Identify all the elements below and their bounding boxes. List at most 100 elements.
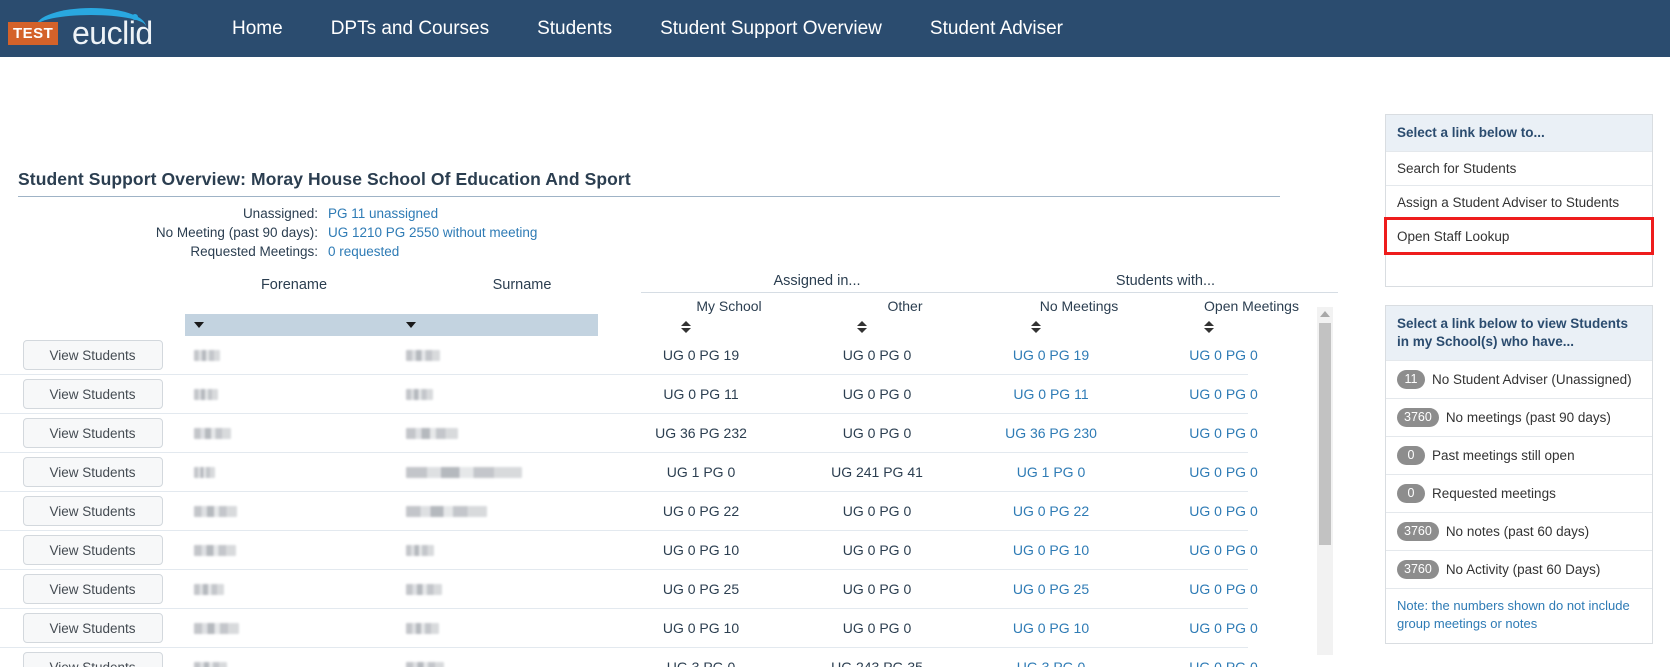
euclid-logo[interactable]: TEST euclid bbox=[6, 6, 156, 52]
row-action-cell: View Students bbox=[0, 457, 185, 487]
sidebar-link-label: Open Staff Lookup bbox=[1397, 229, 1509, 244]
sidebar-link-search-for-students[interactable]: Search for Students bbox=[1386, 151, 1652, 185]
column-header-my-school[interactable]: My School bbox=[641, 295, 817, 314]
cell-open-meetings[interactable]: UG 0 PG 0 bbox=[1137, 503, 1310, 519]
redacted-surname bbox=[406, 467, 522, 478]
students-panel-item[interactable]: 3760No Activity (past 60 Days) bbox=[1386, 550, 1652, 588]
sort-updown-icon[interactable] bbox=[950, 321, 1122, 333]
cell-surname bbox=[397, 467, 613, 478]
students-panel-item[interactable]: 3760No notes (past 60 days) bbox=[1386, 512, 1652, 550]
cell-assigned-other: UG 241 PG 41 bbox=[789, 464, 965, 480]
table-vertical-scrollbar[interactable] bbox=[1317, 307, 1333, 655]
cell-assigned-my-school: UG 0 PG 11 bbox=[613, 386, 789, 402]
view-students-button[interactable]: View Students bbox=[23, 418, 163, 448]
row-action-cell: View Students bbox=[0, 418, 185, 448]
cell-no-meetings[interactable]: UG 1 PG 0 bbox=[965, 464, 1137, 480]
redacted-surname bbox=[406, 389, 433, 400]
cell-no-meetings[interactable]: UG 0 PG 10 bbox=[965, 620, 1137, 636]
column-header-other[interactable]: Other bbox=[817, 295, 993, 314]
table-rows: View StudentsUG 0 PG 19UG 0 PG 0UG 0 PG … bbox=[0, 336, 1340, 667]
cell-open-meetings[interactable]: UG 0 PG 0 bbox=[1137, 347, 1310, 363]
table-group-header-row: Forename Surname Assigned in... Students… bbox=[0, 269, 1340, 293]
cell-no-meetings[interactable]: UG 36 PG 230 bbox=[965, 425, 1137, 441]
subheader-forename-spacer bbox=[185, 295, 403, 314]
cell-no-meetings[interactable]: UG 3 PG 0 bbox=[965, 659, 1137, 667]
students-panel-items: 11No Student Adviser (Unassigned)3760No … bbox=[1386, 360, 1652, 588]
cell-open-meetings[interactable]: UG 0 PG 0 bbox=[1137, 659, 1310, 667]
cell-no-meetings[interactable]: UG 0 PG 10 bbox=[965, 542, 1137, 558]
summary-row-requested-meetings: Requested Meetings: 0 requested bbox=[0, 242, 1340, 261]
redacted-forename bbox=[194, 467, 215, 478]
students-filter-panel: Select a link below to view Students in … bbox=[1385, 305, 1653, 644]
cell-assigned-my-school: UG 0 PG 10 bbox=[613, 542, 789, 558]
students-panel-item-label: Requested meetings bbox=[1432, 486, 1556, 501]
sort-updown-icon[interactable] bbox=[774, 321, 950, 333]
cell-open-meetings[interactable]: UG 0 PG 0 bbox=[1137, 581, 1310, 597]
cell-no-meetings[interactable]: UG 0 PG 19 bbox=[965, 347, 1137, 363]
sort-open-meetings[interactable] bbox=[1122, 318, 1295, 333]
table-row: View StudentsUG 0 PG 19UG 0 PG 0UG 0 PG … bbox=[0, 336, 1248, 375]
column-header-open-meetings[interactable]: Open Meetings bbox=[1165, 295, 1338, 314]
nav-link-dpts-and-courses[interactable]: DPTs and Courses bbox=[307, 12, 513, 46]
subheader-spacer bbox=[0, 295, 185, 314]
cell-open-meetings[interactable]: UG 0 PG 0 bbox=[1137, 386, 1310, 402]
summary-link-unassigned[interactable]: PG 11 unassigned bbox=[328, 204, 438, 223]
cell-open-meetings[interactable]: UG 0 PG 0 bbox=[1137, 620, 1310, 636]
filter-surname-dropdown[interactable] bbox=[397, 314, 598, 336]
nav-link-student-support-overview[interactable]: Student Support Overview bbox=[636, 12, 906, 46]
cell-assigned-my-school: UG 0 PG 19 bbox=[613, 347, 789, 363]
redacted-surname bbox=[406, 545, 434, 556]
cell-no-meetings[interactable]: UG 0 PG 22 bbox=[965, 503, 1137, 519]
cell-surname bbox=[397, 506, 613, 517]
filter-forename-dropdown[interactable] bbox=[185, 314, 397, 336]
redacted-forename bbox=[194, 662, 227, 667]
scrollbar-thumb[interactable] bbox=[1319, 323, 1331, 545]
view-students-button[interactable]: View Students bbox=[23, 535, 163, 565]
cell-assigned-my-school: UG 0 PG 25 bbox=[613, 581, 789, 597]
sort-other[interactable] bbox=[774, 318, 950, 333]
cell-forename bbox=[185, 623, 397, 634]
view-students-button[interactable]: View Students bbox=[23, 340, 163, 370]
cell-no-meetings[interactable]: UG 0 PG 25 bbox=[965, 581, 1137, 597]
column-header-no-meetings[interactable]: No Meetings bbox=[993, 295, 1165, 314]
view-students-button[interactable]: View Students bbox=[23, 613, 163, 643]
cell-forename bbox=[185, 545, 397, 556]
sort-updown-icon[interactable] bbox=[598, 321, 774, 333]
sidebar-link-open-staff-lookup[interactable]: Open Staff Lookup bbox=[1386, 219, 1652, 253]
redacted-surname bbox=[406, 428, 458, 439]
sort-updown-icon[interactable] bbox=[1122, 321, 1295, 333]
view-students-button[interactable]: View Students bbox=[23, 496, 163, 526]
students-panel-item[interactable]: 0Past meetings still open bbox=[1386, 436, 1652, 474]
sort-my-school[interactable] bbox=[598, 318, 774, 333]
view-students-button[interactable]: View Students bbox=[23, 379, 163, 409]
column-group-assigned-in: Assigned in... bbox=[641, 273, 993, 293]
sort-no-meetings[interactable] bbox=[950, 318, 1122, 333]
students-panel-item[interactable]: 0 Requested meetings bbox=[1386, 474, 1652, 512]
cell-surname bbox=[397, 350, 613, 361]
count-badge: 0 bbox=[1397, 484, 1425, 503]
cell-no-meetings[interactable]: UG 0 PG 11 bbox=[965, 386, 1137, 402]
nav-link-students[interactable]: Students bbox=[513, 12, 636, 46]
summary-link-no-meeting[interactable]: UG 1210 PG 2550 without meeting bbox=[328, 223, 537, 242]
view-students-button[interactable]: View Students bbox=[23, 652, 163, 667]
view-students-button[interactable]: View Students bbox=[23, 457, 163, 487]
students-panel-item-label: No notes (past 60 days) bbox=[1446, 524, 1589, 539]
summary-link-requested-meetings[interactable]: 0 requested bbox=[328, 242, 399, 261]
summary-label-no-meeting: No Meeting (past 90 days): bbox=[0, 223, 328, 242]
cell-open-meetings[interactable]: UG 0 PG 0 bbox=[1137, 425, 1310, 441]
redacted-forename bbox=[194, 389, 218, 400]
view-students-button[interactable]: View Students bbox=[23, 574, 163, 604]
students-panel-item[interactable]: 11No Student Adviser (Unassigned) bbox=[1386, 360, 1652, 398]
redacted-forename bbox=[194, 350, 220, 361]
table-row: View StudentsUG 1 PG 0UG 241 PG 41UG 1 P… bbox=[0, 453, 1248, 492]
scroll-up-arrow-icon[interactable] bbox=[1320, 311, 1330, 317]
nav-link-home[interactable]: Home bbox=[208, 12, 307, 46]
sidebar-link-assign-student-adviser[interactable]: Assign a Student Adviser to Students bbox=[1386, 185, 1652, 219]
actions-panel-heading: Select a link below to... bbox=[1386, 115, 1652, 151]
cell-open-meetings[interactable]: UG 0 PG 0 bbox=[1137, 542, 1310, 558]
redacted-surname bbox=[406, 584, 442, 595]
cell-open-meetings[interactable]: UG 0 PG 0 bbox=[1137, 464, 1310, 480]
students-panel-item[interactable]: 3760No meetings (past 90 days) bbox=[1386, 398, 1652, 436]
nav-link-student-adviser[interactable]: Student Adviser bbox=[906, 12, 1087, 46]
redacted-surname bbox=[406, 350, 440, 361]
